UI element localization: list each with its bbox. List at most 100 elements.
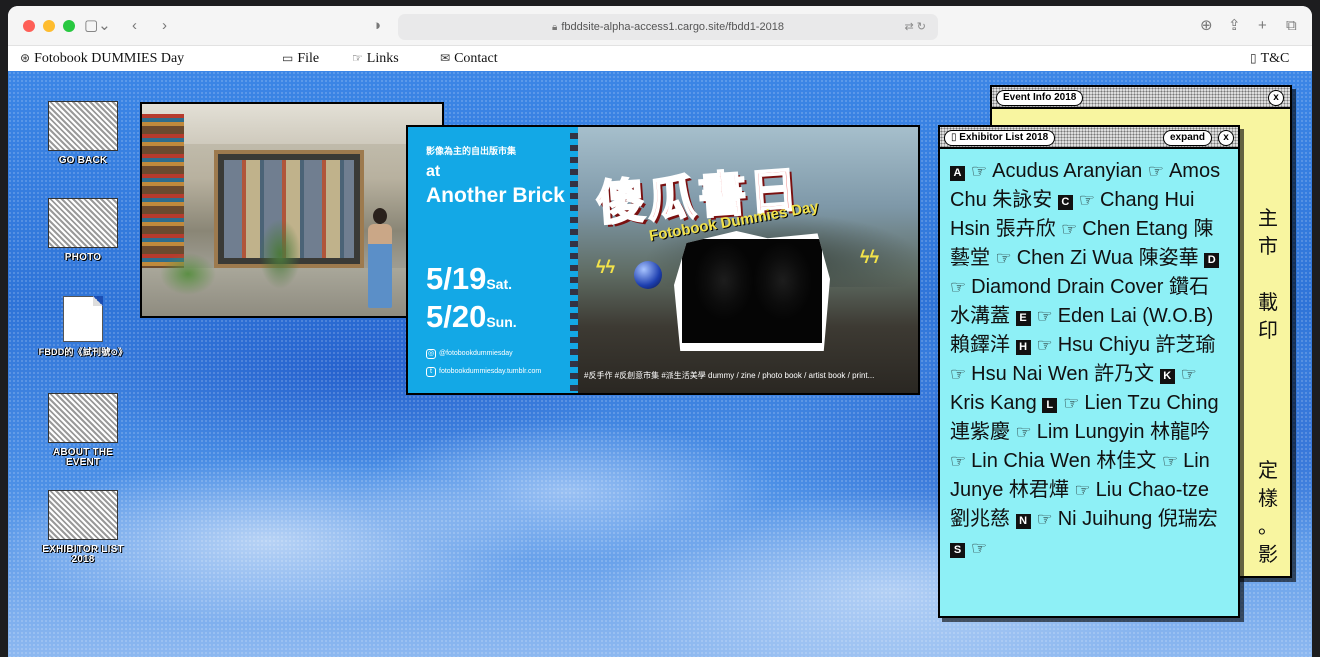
photo-ceiling — [142, 104, 442, 144]
event-banner[interactable]: 影像為主的自出版市集 at Another Brick 5/19Sat. 5/2… — [406, 125, 920, 395]
banner-blue-ball-icon — [634, 261, 662, 289]
photo-person — [366, 208, 394, 316]
download-icon[interactable]: ⊕ — [1200, 16, 1213, 36]
exhibitor-list-expand-button[interactable]: expand — [1162, 130, 1212, 146]
photo-thumbnail-icon — [48, 198, 118, 248]
letter-badge: S — [950, 543, 965, 558]
exhibitor-name[interactable]: Kris Kang — [950, 392, 1037, 414]
pointing-hand-icon: ☞ — [1036, 335, 1053, 356]
exhibitor-name[interactable]: Acudus Aranyian — [992, 160, 1142, 182]
exhibitor-name[interactable]: Hsu Chiyu 許芝瑜 — [1058, 334, 1216, 356]
exhibitor-name[interactable]: Lin Chia Wen 林佳文 — [971, 450, 1156, 472]
pointing-hand-icon: ☞ — [971, 161, 988, 182]
photo-person-body — [368, 224, 392, 308]
document-icon: ▯ — [1250, 51, 1257, 65]
menu-links[interactable]: ☞ Links — [352, 51, 399, 67]
desktop-icon-exhibitor-list[interactable]: EXHIBITOR LIST 2018 — [38, 490, 128, 565]
banner-instagram: ◎ @fotobookdummiesday — [426, 349, 513, 359]
event-info-titlebar[interactable]: Event Info 2018 x — [992, 87, 1290, 109]
globe-icon: ⊛ — [20, 51, 31, 65]
event-info-title: Event Info 2018 — [996, 90, 1084, 106]
pointing-hand-icon: ☞ — [1078, 190, 1095, 211]
browser-window: ▢⌄ ‹ › ◑ 🔒︎ fbddsite-alpha-access1.cargo.… — [8, 6, 1312, 657]
exhibitor-name[interactable]: Ni Juihung 倪瑞宏 — [1058, 508, 1218, 530]
zoom-window-button[interactable] — [63, 20, 75, 32]
pointing-hand-icon: ☞ — [971, 538, 988, 559]
letter-badge: L — [1042, 398, 1058, 413]
translate-icon[interactable]: ⇄ ↻ — [905, 14, 927, 40]
banner-spark-icon: ϟϟ — [596, 257, 616, 277]
share-icon[interactable]: ⇪ — [1228, 16, 1241, 36]
menu-contact-label: Contact — [454, 51, 498, 66]
site-title: Fotobook DUMMIES Day — [34, 51, 185, 66]
minimize-window-button[interactable] — [43, 20, 55, 32]
letter-badge: A — [950, 166, 965, 181]
new-tab-icon[interactable]: + — [1258, 16, 1267, 36]
event-info-text: 。 — [1258, 516, 1278, 538]
exhibitor-name[interactable]: Hsu Nai Wen 許乃文 — [971, 363, 1154, 385]
banner-day-1: Sat. — [486, 276, 513, 292]
event-info-text: 市 — [1258, 236, 1278, 258]
bookstore-photo[interactable] — [140, 102, 444, 318]
exhibitor-list-content[interactable]: A ☞ Acudus Aranyian ☞ Amos Chu 朱詠安 C ☞ Chang … — [940, 149, 1238, 618]
go-back-thumbnail-icon — [48, 101, 118, 151]
menu-file[interactable]: ▭ File — [282, 51, 319, 67]
banner-stone-lions — [674, 231, 830, 351]
pointing-hand-icon: ☞ — [950, 451, 967, 472]
url-text: fbddsite-alpha-access1.cargo.site/fbdd1-… — [561, 21, 784, 33]
desktop-icon-label: EXHIBITOR LIST 2018 — [42, 544, 124, 565]
desktop-icon-go-back[interactable]: GO BACK — [38, 101, 128, 166]
tabs-icon[interactable]: ⧉ — [1286, 16, 1297, 36]
desktop-icon-label: FBDD的《試刊號⊙》 — [38, 347, 128, 357]
pointing-hand-icon: ☞ — [1036, 306, 1053, 327]
exhibitor-list-title-pill: ▯ Exhibitor List 2018 — [944, 130, 1056, 146]
pointing-hand-icon: ☞ — [1063, 393, 1080, 414]
event-info-text: 影 — [1258, 544, 1278, 566]
pointing-hand-icon: ☞ — [1036, 509, 1053, 530]
close-window-button[interactable] — [23, 20, 35, 32]
sidebar-icon[interactable]: ▢⌄ — [84, 16, 111, 36]
banner-venue: Another Brick — [426, 184, 565, 207]
banner-info-panel: 影像為主的自出版市集 at Another Brick 5/19Sat. 5/2… — [408, 127, 576, 393]
pointing-hand-icon: ☞ — [1161, 451, 1179, 472]
banner-date-2-value: 5/20 — [426, 299, 487, 334]
exhibitor-list-close-button[interactable]: x — [1218, 130, 1234, 146]
pointing-hand-icon: ☞ — [1061, 219, 1078, 240]
desktop-icon-label: PHOTO — [64, 252, 102, 263]
exhibitor-list-window[interactable]: ▯ Exhibitor List 2018 expand x A ☞ Acudus … — [938, 125, 1240, 618]
back-icon[interactable]: ‹ — [132, 16, 137, 36]
banner-date-2: 5/20Sun. — [426, 299, 517, 335]
exhibitor-list-titlebar[interactable]: ▯ Exhibitor List 2018 expand x — [940, 127, 1238, 149]
desktop-icon-label: GO BACK — [58, 155, 108, 166]
event-info-close-button[interactable]: x — [1268, 90, 1284, 106]
menu-contact[interactable]: ✉ Contact — [440, 51, 498, 67]
desktop-icon-about[interactable]: ABOUT THE EVENT — [38, 393, 128, 468]
menu-tc-label: T&C — [1260, 51, 1290, 66]
pointing-hand-icon: ☞ — [995, 248, 1012, 269]
desktop-icon-issue[interactable]: FBDD的《試刊號⊙》 — [38, 296, 128, 357]
address-bar[interactable]: 🔒︎ fbddsite-alpha-access1.cargo.site/fbdd… — [398, 14, 938, 40]
letter-badge: H — [1015, 340, 1031, 355]
event-info-text: 印 — [1258, 320, 1278, 342]
photo-plant — [250, 214, 310, 314]
letter-badge: E — [1015, 311, 1031, 326]
menu-tc[interactable]: ▯ T&C — [1250, 51, 1289, 67]
exhibitor-name[interactable]: Lim Lungyin 林龍吟 — [1037, 421, 1210, 443]
event-info-text: 主 — [1258, 208, 1278, 230]
document-file-icon — [63, 296, 103, 342]
pointing-hand-icon: ☞ — [352, 51, 363, 65]
desktop-icon-photo[interactable]: PHOTO — [38, 198, 128, 263]
pointing-hand-icon: ☞ — [1074, 480, 1091, 501]
banner-tags: #反手作 #反創意市集 #派生活美學 dummy / zine / photo … — [584, 371, 875, 380]
banner-at: at — [426, 163, 441, 180]
desktop-icon-label: ABOUT THE EVENT — [52, 447, 114, 468]
browser-toolbar: ▢⌄ ‹ › ◑ 🔒︎ fbddsite-alpha-access1.cargo.… — [8, 6, 1312, 46]
site-title-link[interactable]: ⊛ Fotobook DUMMIES Day — [20, 51, 184, 67]
photo-person-head — [373, 208, 387, 224]
exhibitor-list-title: Exhibitor List 2018 — [959, 132, 1049, 143]
pointing-hand-icon: ☞ — [1180, 364, 1197, 385]
exhibitor-name[interactable]: Chen Zi Wua 陳姿華 — [1017, 247, 1199, 269]
pointing-hand-icon: ☞ — [1147, 161, 1164, 182]
forward-icon[interactable]: › — [162, 16, 167, 36]
shield-icon[interactable]: ◑ — [372, 16, 381, 36]
